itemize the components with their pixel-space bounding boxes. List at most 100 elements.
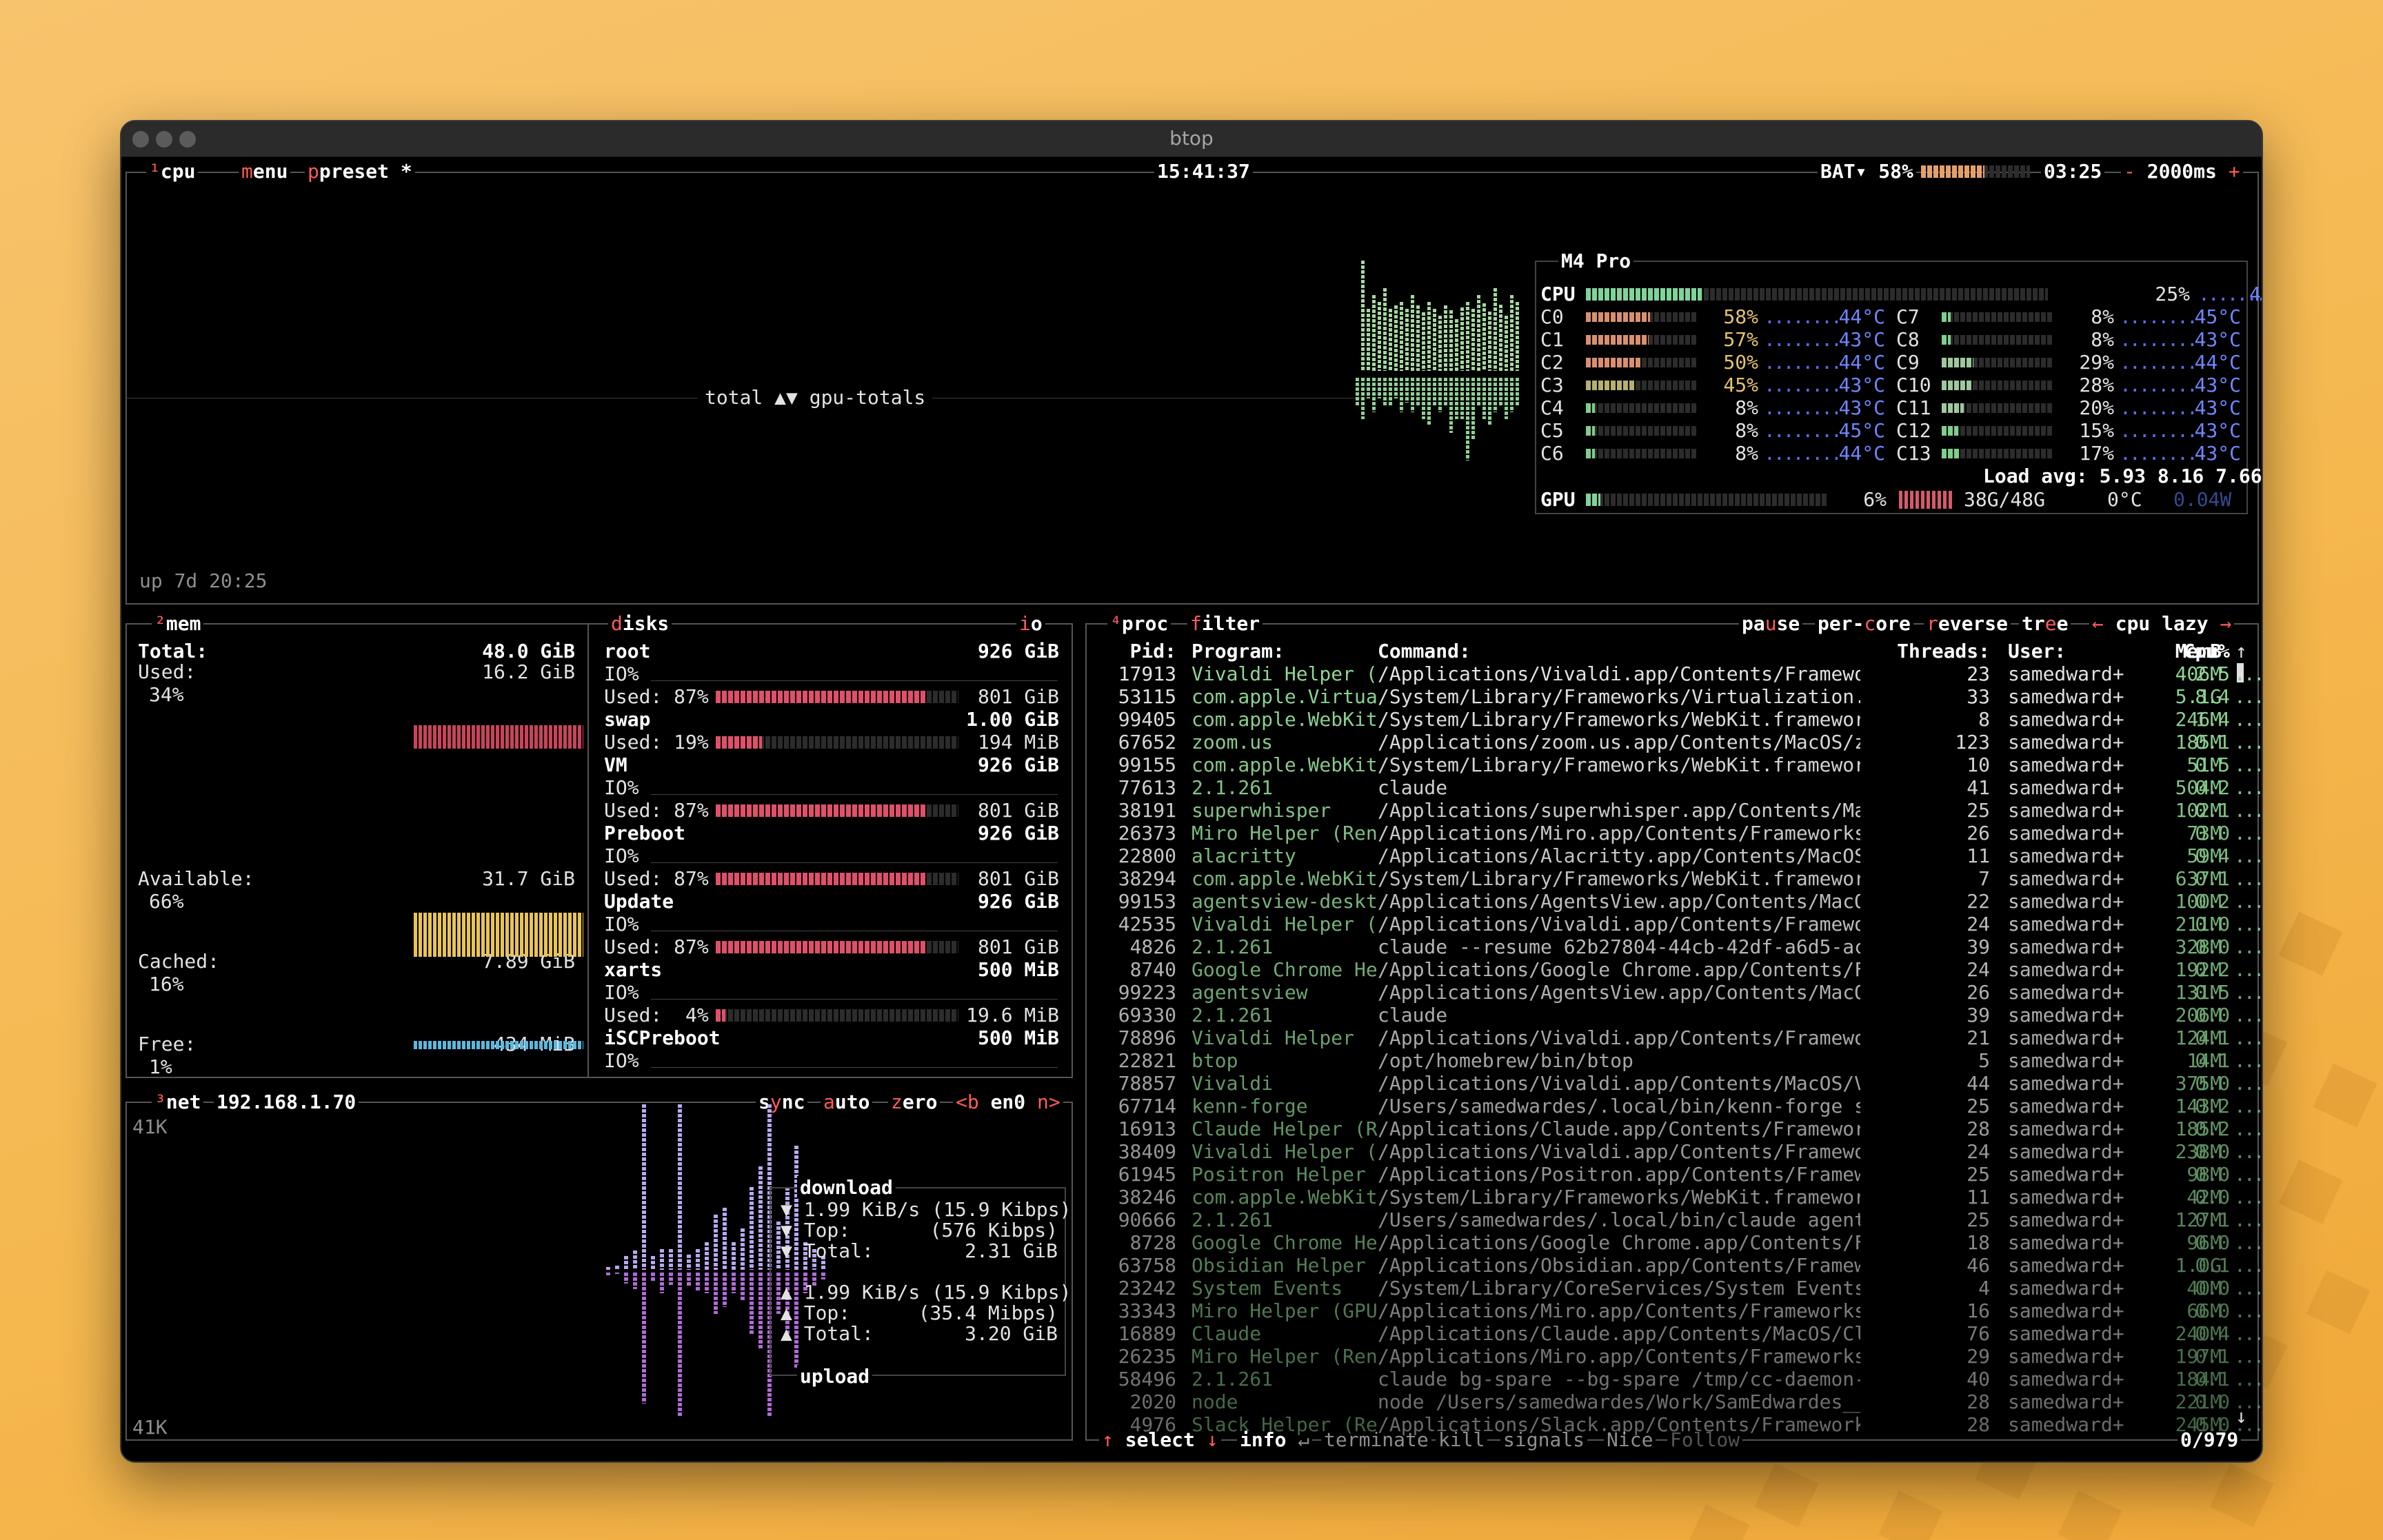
mem-free-label: Free: bbox=[138, 1033, 197, 1055]
tree-toggle[interactable]: tree bbox=[2019, 612, 2071, 635]
net-tab[interactable]: ³net bbox=[152, 1091, 204, 1113]
proc-cpu-sparkline: ........ bbox=[2234, 1026, 2263, 1049]
proc-tab[interactable]: ⁴proc bbox=[1107, 612, 1172, 635]
proc-row[interactable]: 78896 Vivaldi Helper/Applications/Vivaldi… bbox=[1089, 1026, 2262, 1049]
sort-selector[interactable]: ← cpu lazy → bbox=[2089, 612, 2235, 635]
proc-row[interactable]: 22821 btop/opt/homebrew/bin/btop 5 samedwar… bbox=[1089, 1049, 2262, 1072]
disk-swap-used-value: 194 MiB bbox=[977, 731, 1059, 753]
net-auto-toggle[interactable]: auto bbox=[821, 1091, 873, 1113]
proc-row[interactable]: 63758 Obsidian Helper/Applications/Obsidi… bbox=[1089, 1254, 2262, 1277]
core-C3-label: C3 bbox=[1540, 374, 1564, 396]
proc-cpu-sparkline: ........ bbox=[2234, 1186, 2263, 1208]
proc-command: /Applications/superwhisper.app/Contents/… bbox=[1378, 799, 1860, 822]
proc-row[interactable]: 99155 com.apple.WebKit/System/Library/Fra… bbox=[1089, 753, 2262, 776]
disk-preboot-size: 926 GiB bbox=[977, 822, 1059, 844]
proc-row[interactable]: 4826 2.1.261 claude --resume 62b27804-44cb… bbox=[1089, 935, 2262, 958]
proc-cpu: 0.1 bbox=[2195, 799, 2230, 822]
download-total: 2.31 GiB bbox=[965, 1239, 1058, 1262]
proc-header-user: User: bbox=[2008, 640, 2067, 662]
proc-row[interactable]: 67652 zoom.us/Applications/zoom.us.app/Co… bbox=[1089, 731, 2262, 753]
proc-row[interactable]: 38246 com.apple.WebKit/System/Library/Fra… bbox=[1089, 1186, 2262, 1208]
mem-available-graph bbox=[414, 913, 583, 957]
proc-row[interactable]: 23242 System Events/System/Library/CoreSe… bbox=[1089, 1277, 2262, 1299]
disk-preboot-name: Preboot bbox=[604, 822, 686, 844]
proc-cpu: 0.0 bbox=[2195, 1186, 2230, 1208]
net-zero-toggle[interactable]: zero bbox=[888, 1091, 941, 1113]
menu-button[interactable]: menu bbox=[239, 160, 291, 183]
cpu-tab[interactable]: ¹cpu bbox=[146, 160, 199, 183]
proc-command: /Applications/Vivaldi.app/Contents/Frame… bbox=[1378, 1140, 1860, 1163]
proc-row[interactable]: 58496 2.1.261 claude bg-spare --bg-spare /… bbox=[1089, 1368, 2262, 1390]
proc-row[interactable]: 8740 Google Chrome He/Applications/Google… bbox=[1089, 958, 2262, 981]
proc-row[interactable]: 38409 Vivaldi Helper (/Applications/Vival… bbox=[1089, 1140, 2262, 1163]
proc-row[interactable]: 99405 com.apple.WebKit/System/Library/Fra… bbox=[1089, 708, 2262, 731]
proc-row[interactable]: 99153 agentsview-deskt/Applications/Agent… bbox=[1089, 890, 2262, 913]
proc-command: /Applications/Miro.app/Contents/Framewor… bbox=[1378, 1299, 1860, 1322]
proc-program: agentsview-deskt bbox=[1192, 890, 1378, 913]
core-C8-percent: 8% bbox=[2091, 328, 2114, 351]
proc-row[interactable]: 17913 Vivaldi Helper (/Applications/Vival… bbox=[1089, 662, 2262, 685]
cpu-total-meter bbox=[1586, 288, 2048, 301]
core-C5-percent: 8% bbox=[1735, 419, 1758, 442]
proc-row[interactable]: 776132.1.261claude41samedward+504M......… bbox=[1089, 776, 2262, 799]
proc-row[interactable]: 693302.1.261claude39samedward+206M......… bbox=[1089, 1004, 2262, 1026]
pause-button[interactable]: pause bbox=[1739, 612, 1803, 635]
proc-program: Obsidian Helper bbox=[1192, 1254, 1366, 1277]
proc-row[interactable]: 16889 Claude/Applications/Claude.app/Cont… bbox=[1089, 1322, 2262, 1345]
proc-pid: 58496 bbox=[1118, 1368, 1176, 1390]
preset-button[interactable]: ppreset * bbox=[305, 160, 415, 183]
proc-row[interactable]: 4976 Slack Helper (Re/Applications/Slack.… bbox=[1089, 1413, 2262, 1436]
proc-program: Google Chrome He bbox=[1192, 1231, 1378, 1254]
core-C0-temp: 44°C bbox=[1838, 305, 1885, 328]
proc-row[interactable]: 42535 Vivaldi Helper (/Applications/Vival… bbox=[1089, 913, 2262, 935]
proc-row[interactable]: 53115 com.apple.Virtua/System/Library/Fra… bbox=[1089, 685, 2262, 708]
battery-meter bbox=[1921, 165, 2030, 178]
proc-cpu: 0.1 bbox=[2195, 731, 2230, 753]
disk-iscpreboot-size: 500 MiB bbox=[977, 1026, 1059, 1049]
proc-cpu: 0.0 bbox=[2195, 1390, 2230, 1413]
proc-cpu-sparkline: ........ bbox=[2234, 1140, 2263, 1163]
proc-row[interactable]: 38191 superwhisper/Applications/superwhis… bbox=[1089, 799, 2262, 822]
proc-row[interactable]: 90666 2.1.261/Users/samedwardes/.local/bi… bbox=[1089, 1208, 2262, 1231]
proc-pid: 99155 bbox=[1118, 753, 1176, 776]
mem-free-percent: 1% bbox=[149, 1055, 172, 1078]
core-C8-meter bbox=[1942, 335, 2052, 345]
proc-row[interactable]: 33343 Miro Helper (GPU/Applications/Miro.… bbox=[1089, 1299, 2262, 1322]
cpu-graph-label: total ▲▼ gpu-totals bbox=[698, 386, 933, 409]
proc-row[interactable]: 8728 Google Chrome He/Applications/Google… bbox=[1089, 1231, 2262, 1254]
proc-pid: 99405 bbox=[1118, 708, 1176, 731]
core-C1-meter bbox=[1586, 335, 1696, 345]
disk-iscpreboot-name: iSCPreboot bbox=[604, 1026, 721, 1049]
filter-button[interactable]: filter bbox=[1187, 612, 1263, 635]
proc-row[interactable]: 78857 Vivaldi/Applications/Vivaldi.app/Co… bbox=[1089, 1072, 2262, 1095]
io-toggle[interactable]: io bbox=[1016, 612, 1045, 635]
net-sync-toggle[interactable]: sync bbox=[756, 1091, 808, 1113]
proc-row[interactable]: 16913 Claude Helper (R/Applications/Claud… bbox=[1089, 1117, 2262, 1140]
proc-row[interactable]: 2020 node node /Users/samedwardes/Work/Sam… bbox=[1089, 1390, 2262, 1413]
proc-row[interactable]: 99223 agentsview/Applications/AgentsView.… bbox=[1089, 981, 2262, 1004]
proc-command: /System/Library/Frameworks/WebKit.framew… bbox=[1378, 753, 1860, 776]
proc-pid: 61945 bbox=[1118, 1163, 1176, 1186]
scroll-up-icon[interactable]: ↑ bbox=[2235, 640, 2247, 662]
proc-program: zoom.us bbox=[1192, 731, 1274, 753]
proc-row[interactable]: 61945 Positron Helper/Applications/Positr… bbox=[1089, 1163, 2262, 1186]
interval-control[interactable]: - 2000ms + bbox=[2121, 160, 2243, 183]
proc-row[interactable]: 22800 alacritty/Applications/Alacritty.ap… bbox=[1089, 844, 2262, 867]
proc-row[interactable]: 38294 com.apple.WebKit/System/Library/Fra… bbox=[1089, 867, 2262, 890]
proc-command: /Applications/Miro.app/Contents/Framewor… bbox=[1378, 1345, 1860, 1368]
per-core-toggle[interactable]: per-core bbox=[1815, 612, 1913, 635]
net-iface-selector[interactable]: <b en0 n> bbox=[953, 1091, 1063, 1113]
proc-row[interactable]: 26235 Miro Helper (Ren/Applications/Miro.… bbox=[1089, 1345, 2262, 1368]
disk-root-io-line bbox=[651, 680, 1058, 681]
reverse-toggle[interactable]: reverse bbox=[1924, 612, 2011, 635]
proc-row[interactable]: 26373 Miro Helper (Ren/Applications/Miro.… bbox=[1089, 822, 2262, 844]
proc-row[interactable]: 67714 kenn-forge/Users/samedwardes/.local… bbox=[1089, 1095, 2262, 1117]
proc-program: 2.1.261 bbox=[1192, 1004, 1274, 1026]
proc-pid: 33343 bbox=[1118, 1299, 1176, 1322]
disks-tab[interactable]: disks bbox=[608, 612, 672, 635]
mem-tab[interactable]: ²mem bbox=[152, 612, 204, 635]
proc-cpu-sparkline: ........ bbox=[2234, 1368, 2263, 1390]
core-C10-label: C10 bbox=[1896, 374, 1931, 396]
proc-cpu-sparkline: ........ bbox=[2234, 776, 2263, 799]
proc-pid: 16889 bbox=[1118, 1322, 1176, 1345]
